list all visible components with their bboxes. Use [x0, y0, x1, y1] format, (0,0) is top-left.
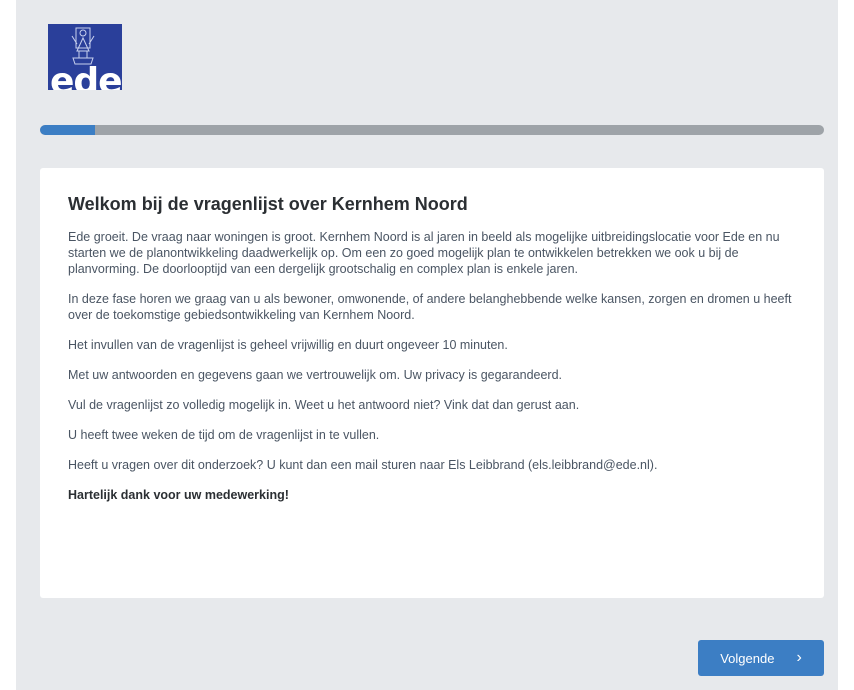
intro-paragraph: Het invullen van de vragenlijst is gehee… [68, 338, 508, 352]
progress-bar [40, 125, 824, 135]
chevron-right-icon: › [796, 649, 802, 666]
progress-fill [40, 125, 95, 135]
intro-paragraph: Vul de vragenlijst zo volledig mogelijk … [68, 398, 580, 412]
intro-card: Welkom bij de vragenlijst over Kernhem N… [40, 168, 824, 598]
next-button-label: Volgende [720, 650, 775, 666]
page-title: Welkom bij de vragenlijst over Kernhem N… [68, 194, 468, 214]
intro-paragraph: U heeft twee weken de tijd om de vragenl… [68, 428, 380, 442]
next-button[interactable]: Volgende › [698, 640, 824, 676]
logo-wordmark: ede [50, 61, 122, 90]
intro-paragraph: Met uw antwoorden en gegevens gaan we ve… [68, 368, 563, 382]
intro-paragraph: Heeft u vragen over dit onderzoek? U kun… [68, 458, 658, 472]
intro-paragraph: In deze fase horen we graag van u als be… [68, 292, 792, 322]
intro-paragraph: Ede groeit. De vraag naar woningen is gr… [68, 230, 780, 276]
ede-logo: ede [48, 24, 122, 90]
survey-page: ede Welkom bij de vragenlijst over Kernh… [16, 0, 838, 690]
closing-text: Hartelijk dank voor uw medewerking! [68, 488, 289, 502]
